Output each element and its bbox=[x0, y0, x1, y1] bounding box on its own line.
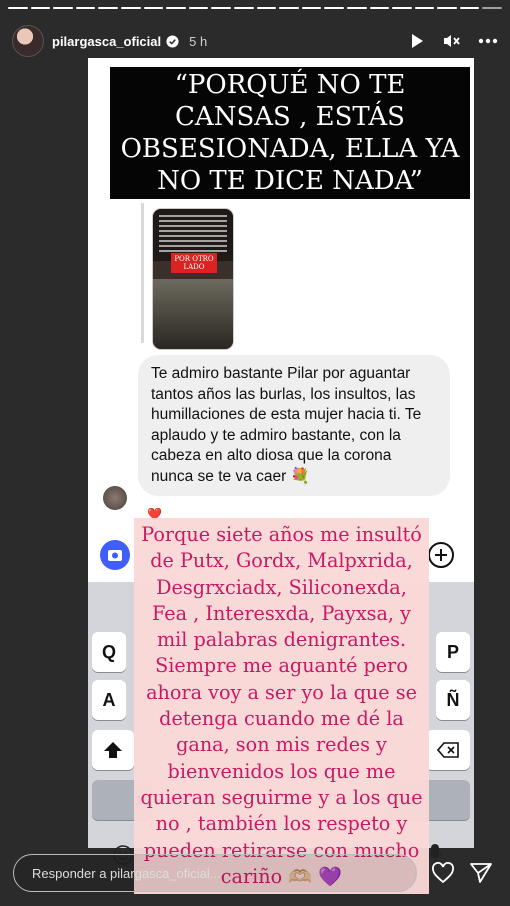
story-viewer: pilargasca_oficial 5 h POR OTRO LADO Te … bbox=[0, 0, 510, 906]
backspace-icon bbox=[437, 742, 459, 758]
message-bubble: Te admiro bastante Pilar por aguantar ta… bbox=[138, 355, 450, 496]
key-n-tilde[interactable]: Ñ bbox=[436, 680, 470, 720]
progress-segment bbox=[437, 7, 457, 9]
progress-segment bbox=[143, 7, 164, 9]
progress-segment bbox=[482, 7, 503, 9]
progress-segment bbox=[53, 7, 73, 9]
mute-icon[interactable] bbox=[442, 33, 460, 49]
progress-segment bbox=[369, 7, 390, 9]
quote-banner: “PORQUÉ NO TE CANSAS , ESTÁS OBSESIONADA… bbox=[110, 67, 470, 199]
story-reply-bar: Responder a pilargasca_oficial... bbox=[0, 852, 510, 906]
progress-segment bbox=[279, 7, 299, 9]
progress-segment bbox=[98, 7, 118, 9]
progress-segment bbox=[30, 7, 51, 9]
shift-icon bbox=[104, 742, 122, 758]
sender-avatar bbox=[103, 486, 127, 510]
progress-segment bbox=[8, 7, 28, 9]
more-options-icon[interactable] bbox=[478, 38, 498, 44]
verified-badge-icon bbox=[166, 34, 179, 48]
progress-segment bbox=[392, 7, 412, 9]
camera-icon[interactable] bbox=[100, 540, 130, 570]
username[interactable]: pilargasca_oficial bbox=[52, 34, 161, 49]
progress-segment bbox=[166, 7, 186, 9]
progress-segment bbox=[301, 7, 322, 9]
reply-input[interactable]: Responder a pilargasca_oficial... bbox=[13, 854, 417, 892]
progress-segment bbox=[324, 7, 344, 9]
replied-story-thumbnail[interactable]: POR OTRO LADO bbox=[152, 208, 234, 350]
progress-segment bbox=[188, 7, 209, 9]
progress-segment bbox=[211, 7, 231, 9]
key-a[interactable]: A bbox=[92, 680, 126, 720]
like-heart-icon[interactable] bbox=[431, 862, 455, 884]
story-header: pilargasca_oficial 5 h bbox=[12, 24, 498, 58]
backspace-key[interactable] bbox=[426, 730, 470, 770]
progress-segment bbox=[346, 7, 367, 9]
story-progress-bar bbox=[8, 7, 503, 9]
reply-indicator bbox=[141, 203, 144, 343]
thumbnail-tag: POR OTRO LADO bbox=[171, 253, 217, 273]
key-p[interactable]: P bbox=[436, 632, 470, 672]
caption-overlay: Porque siete años me insultó de Putx, Go… bbox=[134, 518, 429, 894]
progress-segment bbox=[233, 7, 254, 9]
shift-key[interactable] bbox=[92, 730, 134, 770]
caption-text: Porque siete años me insultó de Putx, Go… bbox=[140, 523, 423, 888]
progress-segment bbox=[75, 7, 96, 9]
progress-segment bbox=[414, 7, 435, 9]
add-icon[interactable] bbox=[428, 542, 454, 568]
post-time: 5 h bbox=[189, 33, 208, 49]
share-send-icon[interactable] bbox=[469, 862, 493, 884]
progress-segment bbox=[256, 7, 277, 9]
key-q[interactable]: Q bbox=[92, 632, 126, 672]
progress-segment bbox=[459, 7, 480, 9]
play-icon[interactable] bbox=[410, 33, 424, 49]
profile-avatar[interactable] bbox=[12, 25, 44, 57]
quote-text: “PORQUÉ NO TE CANSAS , ESTÁS OBSESIONADA… bbox=[120, 70, 460, 196]
progress-segment bbox=[120, 7, 141, 9]
